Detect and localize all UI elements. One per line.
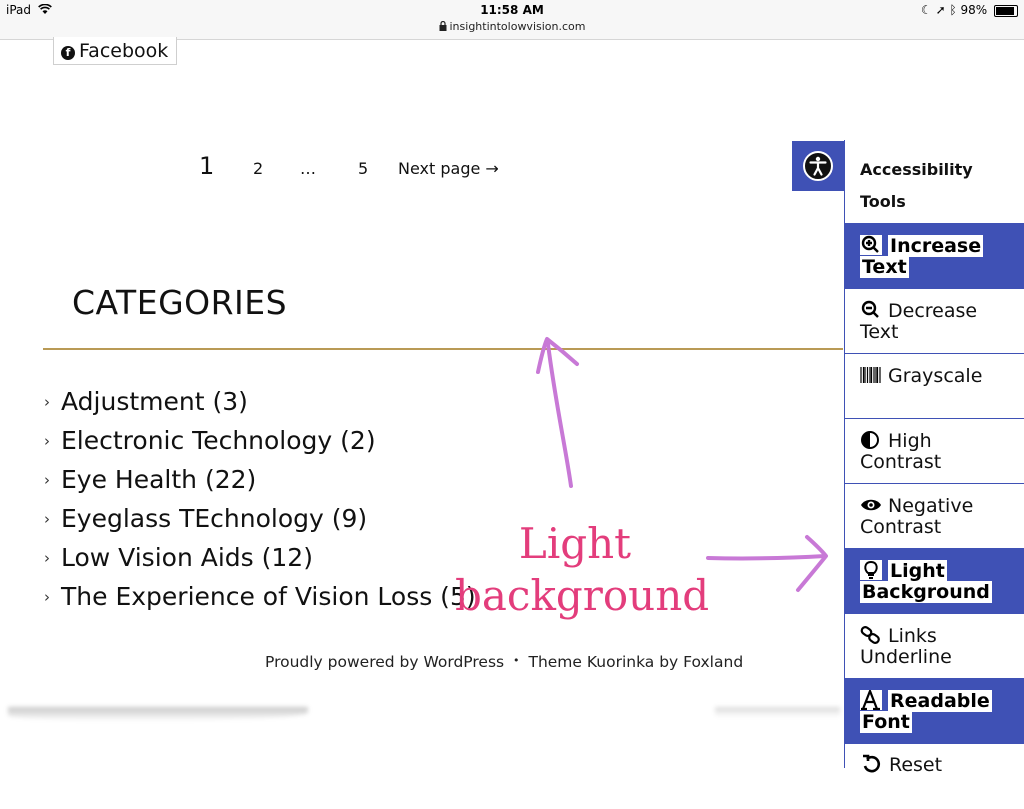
category-link[interactable]: Electronic Technology (2) [61,426,376,455]
facebook-icon: f [61,46,75,60]
zoom-out-icon [861,300,879,318]
annotation-label: Light background [455,518,710,622]
footer-credits: Proudly powered by WordPress • Theme Kuo… [265,653,743,671]
address-bar[interactable]: insightintolowvision.com [0,20,1024,33]
chevron-right-icon: › [44,510,50,528]
category-link[interactable]: Eye Health (22) [61,465,256,494]
annotation-line: background [455,571,710,620]
battery-icon [994,4,1018,17]
category-link[interactable]: Adjustment (3) [61,387,248,416]
negative-contrast-button[interactable]: Negative Contrast [845,484,1024,549]
facebook-label: Facebook [79,40,169,62]
up-arrow-icon [546,342,573,488]
link-icon [860,626,880,644]
battery-level [996,6,1014,15]
readable-font-button[interactable]: Readable Font [845,679,1024,744]
status-right: ☾ ➚ ᛒ 98% [921,3,1018,17]
accessibility-panel-title: Accessibility Tools [845,140,1024,224]
zoom-in-icon [860,235,882,255]
grayscale-button[interactable]: Grayscale [845,354,1024,419]
battery-percent: 98% [960,3,988,17]
high-contrast-button[interactable]: High Contrast [845,419,1024,484]
page-link-5[interactable]: 5 [358,159,368,178]
chevron-right-icon: › [44,588,50,606]
status-time: 11:58 AM [480,3,544,17]
chevron-right-icon: › [44,432,50,450]
half-circle-icon [861,431,879,449]
increase-text-button[interactable]: Increase Text [845,224,1024,289]
category-item[interactable]: › Low Vision Aids (12) [44,540,476,579]
page-current: 1 [199,152,215,180]
accessibility-toggle-button[interactable] [792,141,844,191]
category-item[interactable]: › Eyeglass TEchnology (9) [44,501,476,540]
page-link-2[interactable]: 2 [253,159,263,178]
category-item[interactable]: › Adjustment (3) [44,384,476,423]
theme-credit-link[interactable]: Theme Kuorinka by Foxland [528,653,743,671]
reset-button[interactable]: Reset [845,744,1024,809]
eye-icon [861,499,881,511]
location-icon: ➚ [935,3,946,17]
decrease-text-button[interactable]: Decrease Text [845,289,1024,354]
facebook-share-button[interactable]: f Facebook [53,37,177,65]
font-icon [860,690,882,710]
next-page-link[interactable]: Next page → [398,159,499,178]
wordpress-credit-link[interactable]: Proudly powered by WordPress [265,653,504,671]
barcode-icon [860,367,881,383]
accessibility-panel: Accessibility Tools Increase Text Decrea… [844,140,1024,776]
moon-icon: ☾ [920,3,932,17]
category-link[interactable]: Eyeglass TEchnology (9) [61,504,367,533]
bluetooth-icon: ᛒ [949,3,957,17]
category-item[interactable]: › The Experience of Vision Loss (5) [44,579,476,618]
light-background-button[interactable]: Light Background [845,549,1024,614]
page-ellipsis: … [300,159,316,178]
status-bar: iPad 11:58 AM insightintolowvision.com ☾… [0,0,1024,40]
links-underline-button[interactable]: Links Underline [845,614,1024,679]
right-arrow-icon [706,554,827,561]
url-text: insightintolowvision.com [449,20,586,33]
categories-heading: CATEGORIES [72,283,288,322]
category-item[interactable]: › Electronic Technology (2) [44,423,476,462]
chevron-right-icon: › [44,549,50,567]
categories-list: › Adjustment (3) › Electronic Technology (… [44,384,476,618]
page-shadow [8,707,308,721]
chevron-right-icon: › [44,471,50,489]
reset-icon [863,754,880,773]
grayscale-label: Grayscale [888,365,983,387]
category-item[interactable]: › Eye Health (22) [44,462,476,501]
category-link[interactable]: The Experience of Vision Loss (5) [61,582,476,611]
lightbulb-icon [860,560,882,580]
footer-separator: • [513,654,520,667]
reset-label: Reset [889,754,943,776]
annotation-line: Light [518,519,632,568]
categories-divider [43,348,843,350]
page-shadow [715,707,840,717]
chevron-right-icon: › [44,393,50,411]
right-arrow-head-icon [796,535,828,592]
accessibility-icon [803,151,833,181]
up-arrow-head-icon [536,337,579,374]
category-link[interactable]: Low Vision Aids (12) [61,543,313,572]
lock-icon [439,20,446,31]
